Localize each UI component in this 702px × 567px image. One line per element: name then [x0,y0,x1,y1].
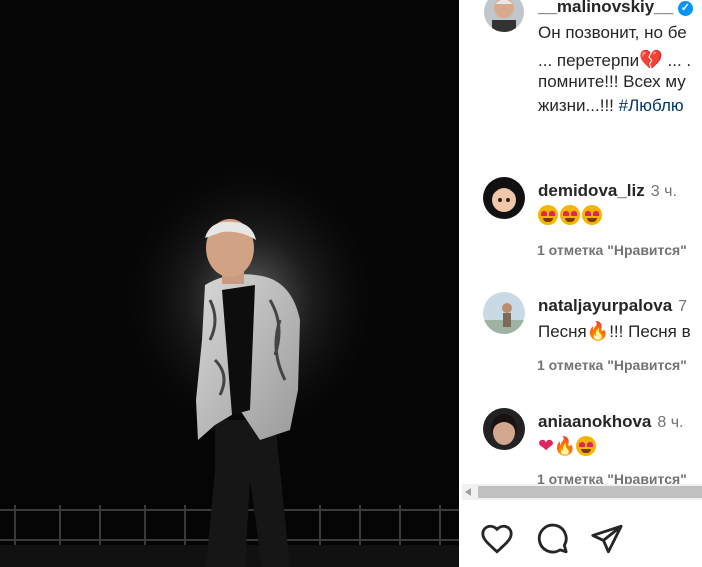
comment-likes-count[interactable]: 1 отметка "Нравится" [537,242,687,258]
comment-avatar[interactable] [483,177,525,219]
comment-username[interactable]: demidova_liz 3 ч. [538,181,677,201]
comment-text: Песня🔥!!! Песня в [538,321,691,341]
broken-heart-icon: 💔 [639,50,663,71]
post-action-bar [459,500,702,567]
comment-username[interactable]: nataljayurpalova 7 [538,296,687,316]
caption-line-2: ... перетерпи💔 ... . [538,50,692,71]
caption-line-1: Он позвонит, но бе [538,23,687,42]
fire-icon: 🔥 [586,321,610,341]
caption-line-3: помните!!! Всех му [538,72,686,91]
heart-eyes-emoji-icon [576,436,597,456]
heart-eyes-emoji-icon [582,205,602,225]
heart-eyes-emoji-icon [560,205,580,225]
comment-time: 8 ч. [657,414,684,431]
comment-time: 7 [678,298,688,315]
red-heart-icon: ❤ [538,436,554,457]
post-side-panel: __malinovskiy__ ✓ Он позвонит, но бе ...… [459,0,702,567]
comment-time: 3 ч. [650,183,677,200]
comment-username[interactable]: aniaanokhova 8 ч. [538,412,684,432]
comment-avatar[interactable] [483,292,525,334]
comment-text [538,205,604,226]
caption-hashtag[interactable]: #Люблю [619,96,684,115]
scrollbar-thumb[interactable] [478,486,702,498]
comment-text: ❤🔥 [538,435,598,458]
heart-eyes-emoji-icon [538,205,558,225]
scroll-left-arrow-icon[interactable] [465,488,471,496]
author-avatar[interactable] [484,0,524,32]
caption-line-4: жизни...!!! #Люблю [538,96,684,115]
author-username[interactable]: __malinovskiy__ ✓ [538,0,693,17]
verified-badge-icon: ✓ [677,1,693,16]
comments-horizontal-scrollbar[interactable] [462,484,702,500]
comment-bubble-icon[interactable] [535,522,569,556]
fire-icon: 🔥 [553,436,577,456]
performer-video-frame [0,0,459,567]
post-media[interactable] [0,0,459,567]
heart-outline-icon[interactable] [480,522,514,556]
paper-plane-icon[interactable] [590,522,624,556]
comment-avatar[interactable] [483,408,525,450]
comment-likes-count[interactable]: 1 отметка "Нравится" [537,357,687,373]
